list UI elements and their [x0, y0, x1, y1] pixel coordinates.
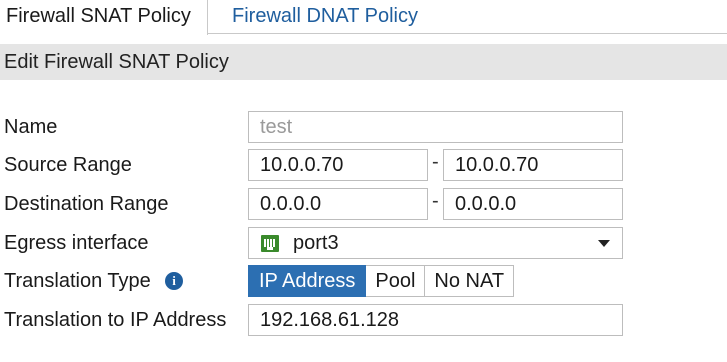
egress-interface-select[interactable]: port3 [248, 227, 623, 259]
translation-type-selector: IP Address Pool No NAT [248, 265, 515, 297]
egress-interface-label: Egress interface [4, 232, 149, 254]
translation-ip-field[interactable]: 192.168.61.128 [248, 304, 623, 336]
translation-type-ip-address-button[interactable]: IP Address [248, 265, 367, 297]
source-range-end-field[interactable]: 10.0.0.70 [443, 149, 623, 181]
source-range-start-field[interactable]: 10.0.0.70 [248, 149, 428, 181]
egress-interface-row: Egress interface port3 [0, 227, 727, 259]
destination-range-separator: - [432, 190, 439, 212]
tab-firewall-snat-policy[interactable]: Firewall SNAT Policy [0, 0, 208, 35]
info-icon[interactable]: i [165, 272, 183, 290]
translation-ip-label: Translation to IP Address [4, 309, 227, 331]
name-label: Name [4, 116, 58, 138]
destination-range-start-field[interactable]: 0.0.0.0 [248, 188, 428, 220]
name-field[interactable]: test [248, 111, 623, 143]
section-title: Edit Firewall SNAT Policy [0, 44, 727, 80]
destination-range-label: Destination Range [4, 193, 169, 215]
translation-ip-row: Translation to IP Address 192.168.61.128 [0, 304, 727, 336]
destination-range-end-field[interactable]: 0.0.0.0 [443, 188, 623, 220]
source-range-separator: - [432, 151, 439, 173]
name-row: Name test [0, 111, 727, 143]
tab-bar: Firewall SNAT Policy Firewall DNAT Polic… [0, 0, 727, 35]
source-range-label: Source Range [4, 154, 132, 176]
translation-type-no-nat-button[interactable]: No NAT [425, 265, 515, 297]
destination-range-row: Destination Range 0.0.0.0 - 0.0.0.0 [0, 188, 727, 220]
egress-interface-value: port3 [293, 232, 339, 254]
source-range-row: Source Range 10.0.0.70 - 10.0.0.70 [0, 149, 727, 181]
translation-type-row: Translation Type i IP Address Pool No NA… [0, 265, 727, 297]
ethernet-port-icon [261, 235, 279, 252]
translation-type-label: Translation Type [4, 270, 151, 292]
translation-type-pool-button[interactable]: Pool [366, 265, 426, 297]
tab-firewall-dnat-policy[interactable]: Firewall DNAT Policy [232, 0, 418, 34]
chevron-down-icon [598, 240, 610, 247]
